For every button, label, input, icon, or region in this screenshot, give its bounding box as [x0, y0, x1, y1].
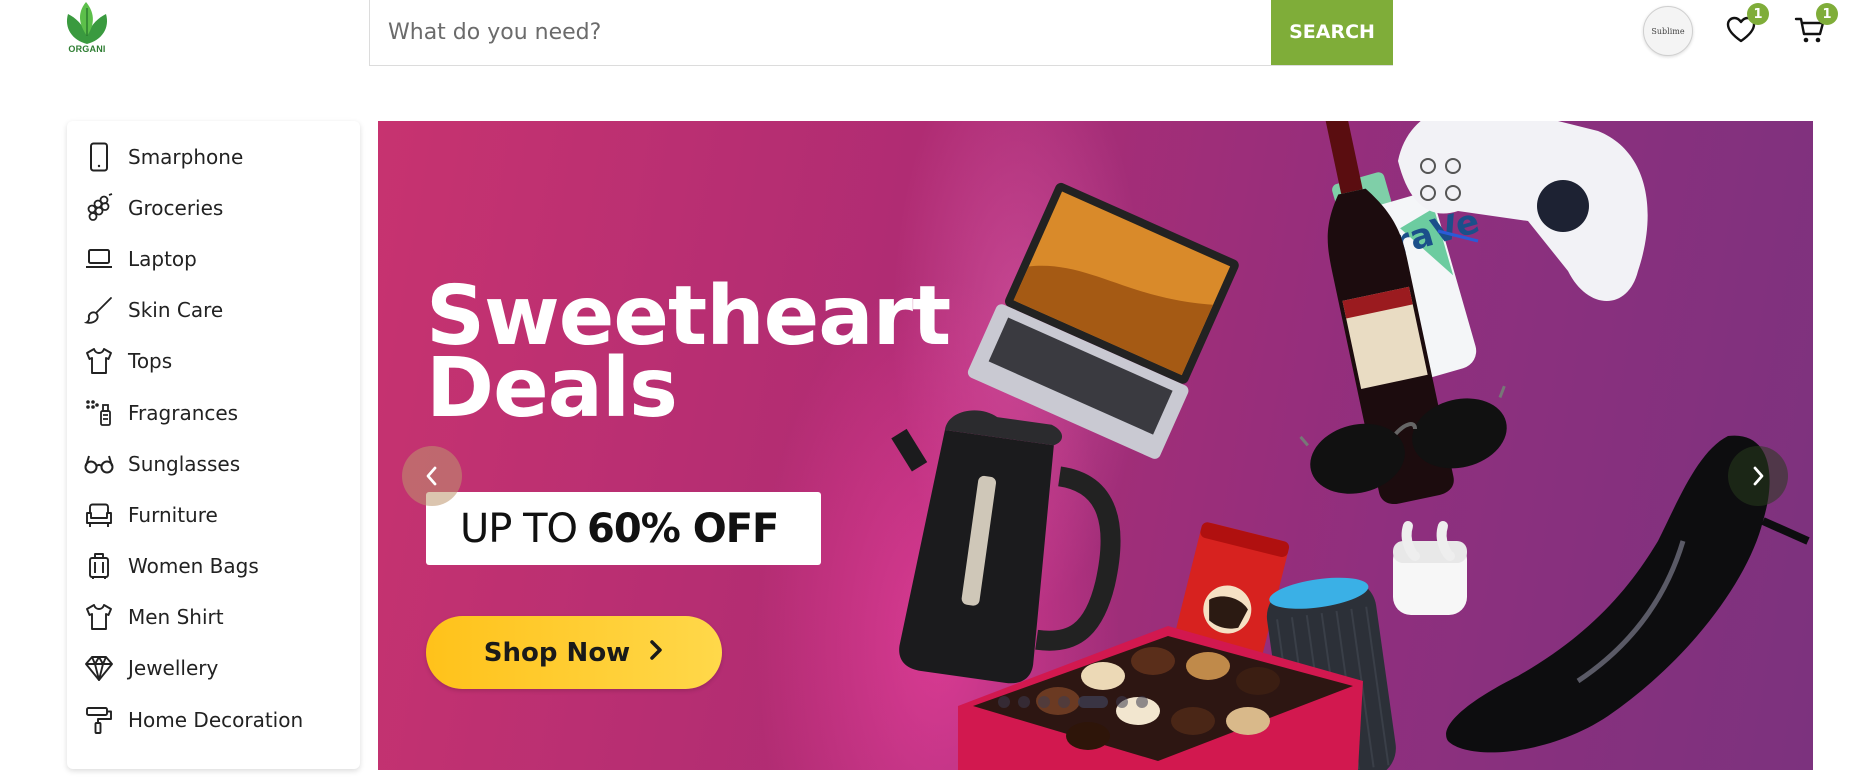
- sofa-icon: [83, 499, 115, 531]
- wishlist-button[interactable]: 1: [1725, 3, 1769, 46]
- category-item-laptop[interactable]: Laptop: [83, 233, 360, 284]
- search-input[interactable]: [370, 0, 1271, 65]
- category-item-jewellery[interactable]: Jewellery: [83, 643, 360, 694]
- chevron-left-icon: [426, 466, 437, 486]
- hero-banner[interactable]: CeraVe Sweetheart Deals UP TO 60% OFF Sh…: [378, 121, 1813, 770]
- shop-now-button[interactable]: Shop Now: [426, 616, 722, 689]
- banner-title: Sweetheart Deals: [426, 276, 951, 430]
- avatar[interactable]: Sublime: [1643, 6, 1693, 56]
- site-logo[interactable]: ORGANI: [62, 0, 112, 56]
- chevron-right-icon: [648, 638, 664, 668]
- wishlist-count-badge: 1: [1747, 3, 1769, 25]
- category-item-skin-care[interactable]: Skin Care: [83, 285, 360, 336]
- cart-count-badge: 1: [1816, 3, 1838, 25]
- carousel-dot[interactable]: [998, 696, 1010, 708]
- category-item-tops[interactable]: Tops: [83, 336, 360, 387]
- carousel-dot[interactable]: [1058, 696, 1070, 708]
- earbuds-case-product: [1393, 521, 1467, 615]
- discount-prefix: UP TO: [460, 505, 578, 552]
- shop-now-label: Shop Now: [483, 637, 631, 668]
- brush-icon: [83, 294, 115, 326]
- laptop-product: [967, 182, 1239, 459]
- category-label: Sunglasses: [128, 451, 241, 476]
- carousel-dot[interactable]: [1018, 696, 1030, 708]
- category-item-home-decoration[interactable]: Home Decoration: [83, 694, 360, 745]
- category-label: Skin Care: [128, 298, 224, 323]
- spray-bottle-icon: [83, 397, 115, 429]
- cart-button[interactable]: 1: [1794, 3, 1838, 46]
- leaf-logo-icon: [66, 2, 108, 44]
- carousel-pagination: [998, 696, 1148, 708]
- carousel-next-button[interactable]: [1728, 446, 1788, 506]
- category-item-men-shirt[interactable]: Men Shirt: [83, 592, 360, 643]
- category-item-fragrances[interactable]: Fragrances: [83, 387, 360, 438]
- carousel-dot[interactable]: [1116, 696, 1128, 708]
- category-label: Home Decoration: [128, 707, 304, 732]
- carousel-dot[interactable]: [1136, 696, 1148, 708]
- carousel-prev-button[interactable]: [402, 446, 462, 506]
- paint-roller-icon: [83, 704, 115, 736]
- glasses-icon: [83, 448, 115, 480]
- luggage-icon: [83, 550, 115, 582]
- avatar-text: Sublime: [1651, 26, 1685, 36]
- laptop-icon: [83, 243, 115, 275]
- category-label: Fragrances: [128, 400, 239, 425]
- category-label: Tops: [128, 349, 173, 374]
- shirt-icon: [83, 345, 115, 377]
- discount-value: 60% OFF: [587, 505, 779, 552]
- category-label: Men Shirt: [128, 605, 224, 630]
- logo-text: ORGANI: [68, 44, 106, 54]
- discount-box: UP TO 60% OFF: [426, 492, 821, 565]
- search-button[interactable]: SEARCH: [1271, 0, 1393, 65]
- category-label: Women Bags: [128, 554, 259, 579]
- category-label: Groceries: [128, 195, 224, 220]
- category-label: Smarphone: [128, 144, 244, 169]
- category-sidebar: Smarphone Groceries Laptop Skin Care Top…: [67, 121, 360, 769]
- grapes-icon: [83, 192, 115, 224]
- category-item-women-bags[interactable]: Women Bags: [83, 541, 360, 592]
- category-item-smartphone[interactable]: Smarphone: [83, 131, 360, 182]
- carousel-dot[interactable]: [1078, 696, 1108, 708]
- carousel-dot[interactable]: [1038, 696, 1050, 708]
- chevron-right-icon: [1753, 466, 1764, 486]
- diamond-icon: [83, 652, 115, 684]
- shirt-icon: [83, 601, 115, 633]
- category-label: Furniture: [128, 502, 218, 527]
- category-item-groceries[interactable]: Groceries: [83, 182, 360, 233]
- category-label: Laptop: [128, 246, 197, 271]
- category-item-sunglasses[interactable]: Sunglasses: [83, 438, 360, 489]
- category-label: Jewellery: [128, 656, 219, 681]
- category-item-furniture[interactable]: Furniture: [83, 489, 360, 540]
- search-bar: SEARCH: [369, 0, 1393, 66]
- smartphone-icon: [83, 141, 115, 173]
- kettle-product: [891, 410, 1121, 684]
